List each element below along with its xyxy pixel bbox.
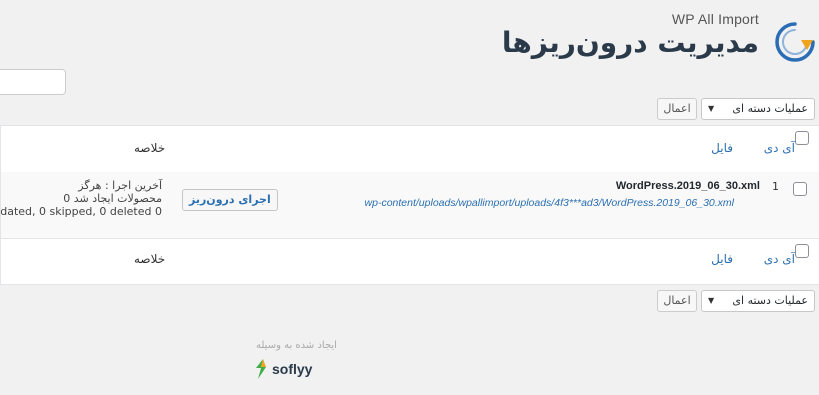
- imports-table: آی دی فایل خلاصه 1 WordPress.2019_06_30.…: [0, 125, 819, 285]
- select-all-checkbox[interactable]: [795, 131, 809, 145]
- column-file-sort-link-bottom[interactable]: فایل: [711, 252, 733, 266]
- soflyy-mark-icon: [256, 359, 266, 379]
- soflyy-wordmark: soflyy: [272, 361, 313, 377]
- page-title: مدیریت درون‌ریزها: [501, 26, 759, 59]
- created-by-label: ایجاد شده به وسیله: [256, 340, 337, 351]
- column-summary-header-bottom: خلاصه: [134, 252, 166, 266]
- summary-stats: updated, 0 skipped, 0 deleted 0: [0, 205, 162, 218]
- bulk-action-select-bottom[interactable]: عملیات دسته ای ▼: [701, 290, 815, 312]
- column-id-sort-link-bottom[interactable]: آی دی: [764, 252, 795, 266]
- bulk-action-select-top[interactable]: عملیات دسته ای ▼: [701, 98, 815, 120]
- table-row: 1 WordPress.2019_06_30.xml wp-content/up…: [0, 172, 819, 239]
- row-summary: آخرین اجرا : هرگز 0 محصولات ایجاد شد upd…: [0, 179, 162, 218]
- bulk-action-select-label-bottom: عملیات دسته ای: [732, 294, 808, 307]
- run-import-button[interactable]: اجرای درون‌ریز: [182, 189, 278, 211]
- search-input[interactable]: [0, 69, 66, 95]
- summary-last-run: آخرین اجرا : هرگز: [78, 179, 162, 192]
- row-checkbox[interactable]: [793, 182, 807, 196]
- column-summary-header: خلاصه: [134, 141, 166, 155]
- soflyy-logo[interactable]: soflyy: [254, 357, 312, 381]
- bulk-action-select-label: عملیات دسته ای: [732, 102, 808, 115]
- chevron-down-icon: ▼: [708, 104, 715, 113]
- brand-small-text: WP All Import: [671, 11, 759, 27]
- apply-button-bottom[interactable]: اعمال: [657, 290, 697, 312]
- wp-all-import-logo-icon: [775, 22, 815, 62]
- select-all-checkbox-bottom[interactable]: [795, 244, 809, 258]
- import-filename: WordPress.2019_06_30.xml: [615, 180, 760, 192]
- column-id-sort-link[interactable]: آی دی: [764, 141, 795, 155]
- table-footer-row: آی دی فایل خلاصه: [1, 238, 819, 284]
- chevron-down-icon: ▼: [708, 296, 715, 305]
- row-id: 1: [772, 180, 779, 193]
- summary-created: 0 محصولات ایجاد شد: [63, 192, 162, 205]
- table-header-row: آی دی فایل خلاصه: [1, 126, 819, 173]
- import-file-path-link[interactable]: wp-content/uploads/wpallimport/uploads/4…: [365, 197, 734, 209]
- column-file-sort-link[interactable]: فایل: [711, 141, 733, 155]
- apply-button-top[interactable]: اعمال: [657, 98, 697, 120]
